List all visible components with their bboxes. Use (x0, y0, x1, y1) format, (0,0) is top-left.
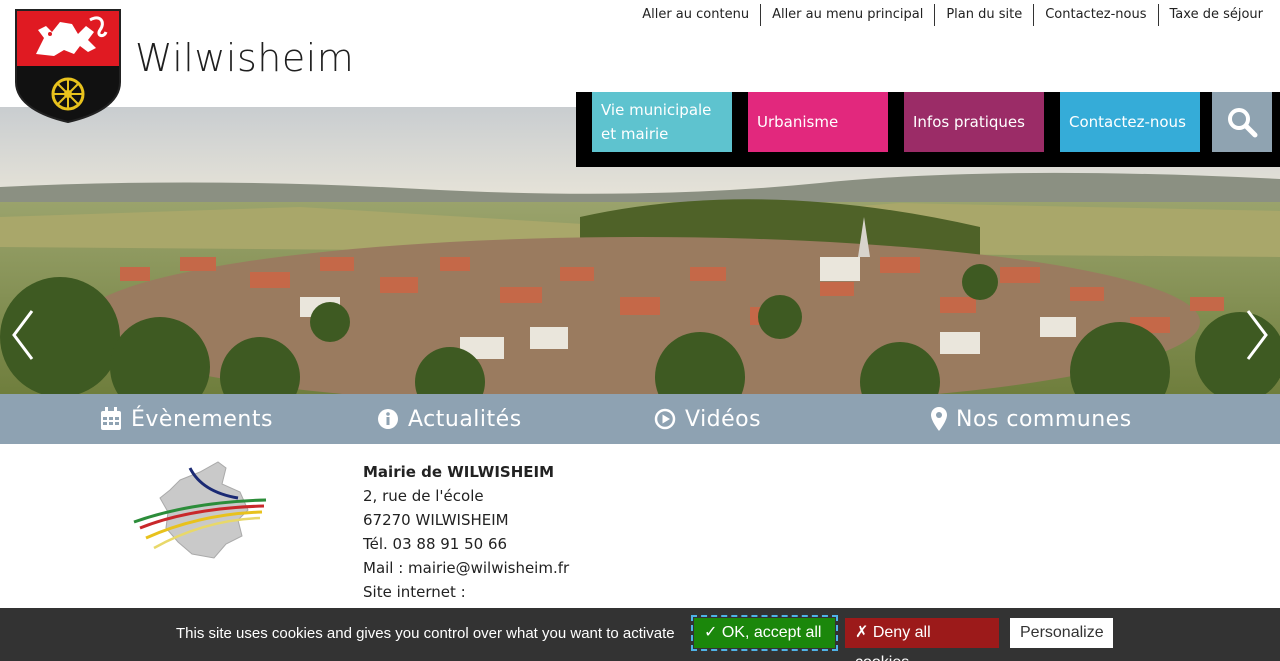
accept-all-cookies-button[interactable]: ✓ OK, accept all (691, 615, 838, 651)
chevron-left-icon (12, 310, 34, 360)
quick-link-label: Nos communes (956, 406, 1132, 432)
quick-link-videos[interactable]: Vidéos (654, 394, 761, 444)
commune-map-image (130, 458, 270, 562)
link-skip-to-content[interactable]: Aller au contenu (631, 4, 760, 26)
link-sitemap[interactable]: Plan du site (934, 4, 1033, 26)
contact-phone[interactable]: Tél. 03 88 91 50 66 (363, 532, 569, 556)
quick-link-label: Actualités (408, 406, 522, 432)
contact-city: 67270 WILWISHEIM (363, 511, 509, 529)
top-links: Aller au contenu Aller au menu principal… (631, 4, 1274, 26)
contact-name: Mairie de WILWISHEIM (363, 463, 555, 481)
contact-street: 2, rue de l'école (363, 487, 484, 505)
quick-link-actualites[interactable]: Actualités (377, 394, 522, 444)
nav-urbanisme[interactable]: Urbanisme (748, 92, 888, 152)
carousel-next-button[interactable] (1238, 305, 1278, 365)
quick-link-label: Vidéos (685, 406, 762, 432)
cookie-banner-text: This site uses cookies and gives you con… (176, 625, 675, 642)
nav-label: Urbanisme (757, 113, 839, 131)
carousel-prev-button[interactable] (4, 305, 44, 365)
coat-of-arms-logo[interactable] (14, 8, 122, 124)
nav-label: Infos pratiques (913, 113, 1025, 131)
nav-contactez-nous[interactable]: Contactez-nous (1060, 92, 1200, 152)
main-nav: Vie municipale et mairie Urbanisme Infos… (576, 92, 1280, 167)
calendar-icon (101, 407, 121, 430)
contact-block: Mairie de WILWISHEIM 2, rue de l'école 6… (363, 460, 569, 604)
nav-label: Vie municipale et mairie (601, 101, 712, 143)
search-button[interactable] (1212, 92, 1272, 152)
cookie-banner: This site uses cookies and gives you con… (0, 608, 1280, 661)
nav-label: Contactez-nous (1069, 113, 1186, 131)
site-header: Wilwisheim Aller au contenu Aller au men… (0, 0, 1280, 107)
contact-website: Site internet : (363, 583, 466, 601)
info-circle-icon (378, 409, 398, 429)
map-marker-icon (931, 407, 947, 431)
quick-link-evenements[interactable]: Évènements (100, 394, 273, 444)
site-title[interactable]: Wilwisheim (135, 36, 354, 80)
play-circle-icon (654, 408, 676, 430)
link-tourist-tax[interactable]: Taxe de séjour (1157, 4, 1274, 26)
nav-infos-pratiques[interactable]: Infos pratiques (904, 92, 1044, 152)
link-skip-to-menu[interactable]: Aller au menu principal (760, 4, 934, 26)
nav-vie-municipale[interactable]: Vie municipale et mairie (592, 92, 732, 152)
quick-link-nos-communes[interactable]: Nos communes (931, 394, 1132, 444)
quick-links-bar: Évènements Actualités Vidéos Nos commune… (0, 394, 1280, 444)
deny-all-cookies-button[interactable]: ✗ Deny all cookies (845, 618, 999, 661)
contact-mail[interactable]: Mail : mairie@wilwisheim.fr (363, 556, 569, 580)
search-icon (1228, 108, 1258, 138)
chevron-right-icon (1246, 310, 1268, 360)
quick-link-label: Évènements (131, 406, 273, 432)
link-contact[interactable]: Contactez-nous (1033, 4, 1157, 26)
personalize-cookies-button[interactable]: Personalize (1010, 618, 1113, 648)
